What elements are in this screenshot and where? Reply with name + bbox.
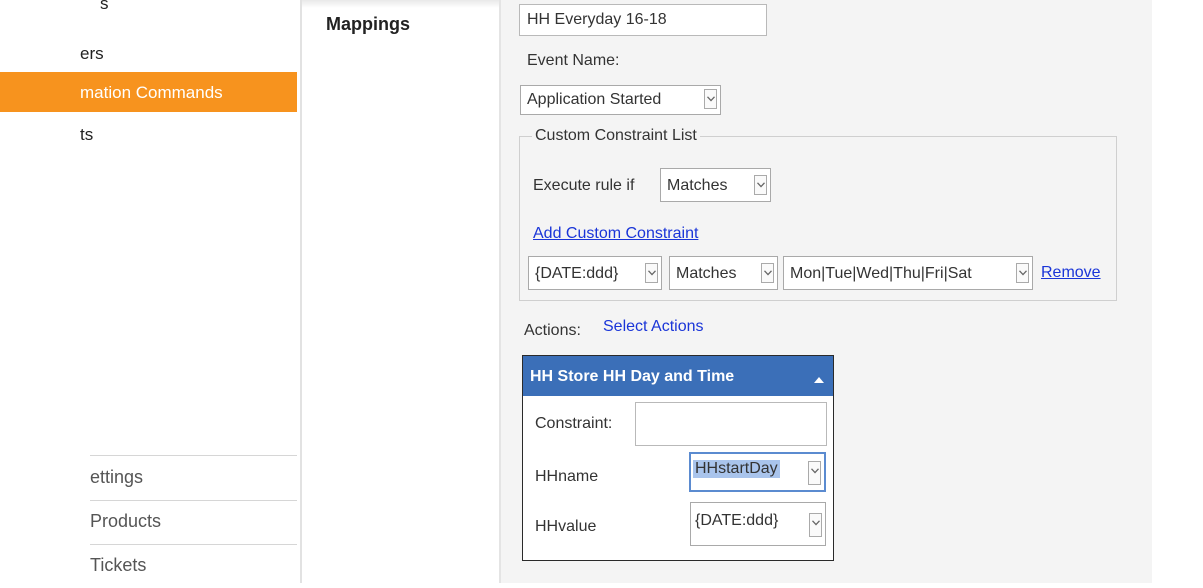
sidebar-item-label: ettings	[90, 467, 144, 487]
constraint-input[interactable]	[635, 402, 827, 446]
constraint-field-select[interactable]: {DATE:ddd}	[528, 256, 662, 290]
sidebar-item-label: s	[100, 0, 109, 13]
section-title: Mappings	[326, 14, 410, 34]
action-card-header[interactable]: HH Store HH Day and Time	[523, 356, 833, 396]
mapping-name-input[interactable]: HH Everyday 16-18	[519, 4, 767, 36]
hhvalue-value: {DATE:ddd}	[695, 512, 779, 529]
chevron-down-icon[interactable]	[808, 461, 821, 485]
constraint-label: Constraint:	[535, 415, 613, 432]
sidebar-item-tickets[interactable]: Tickets	[0, 544, 297, 588]
event-name-value: Application Started	[527, 91, 662, 108]
constraint-operator-select[interactable]: Matches	[669, 256, 778, 290]
action-card: HH Store HH Day and Time Constraint: HHn…	[522, 355, 834, 561]
chevron-down-icon[interactable]	[761, 263, 774, 283]
hhname-label: HHname	[535, 468, 599, 485]
constraint-field-value: {DATE:ddd}	[535, 265, 619, 282]
sidebar-item-label: Products	[90, 511, 162, 531]
sidebar-item-label: ts	[80, 125, 94, 144]
sidebar-item-automation-commands[interactable]: mation Commands	[0, 72, 297, 112]
hhname-select[interactable]: HHstartDay	[689, 452, 826, 492]
chevron-down-icon[interactable]	[704, 89, 717, 109]
execute-rule-value: Matches	[667, 177, 728, 194]
sidebar: s ers mation Commands ts ettings Product…	[0, 0, 300, 583]
remove-constraint-link[interactable]: Remove	[1041, 264, 1101, 282]
custom-constraint-legend: Custom Constraint List	[535, 127, 697, 144]
event-name-label: Event Name:	[527, 52, 620, 69]
sidebar-divider	[300, 0, 302, 583]
sidebar-item-label: mation Commands	[80, 83, 223, 102]
sidebar-item-label: ers	[80, 44, 104, 63]
constraint-value-select[interactable]: Mon|Tue|Wed|Thu|Fri|Sat	[783, 256, 1033, 290]
mapping-name-value: HH Everyday 16-18	[527, 11, 667, 28]
hhvalue-label: HHvalue	[535, 518, 597, 535]
select-actions-link[interactable]: Select Actions	[603, 318, 704, 336]
constraint-operator-value: Matches	[676, 265, 737, 282]
chevron-down-icon[interactable]	[809, 513, 822, 537]
chevron-down-icon[interactable]	[645, 263, 658, 283]
add-custom-constraint-link[interactable]: Add Custom Constraint	[533, 225, 698, 243]
action-card-title: HH Store HH Day and Time	[530, 368, 735, 385]
sidebar-item-partial-2[interactable]: ers	[0, 40, 300, 70]
sidebar-item-partial-4[interactable]: ts	[0, 120, 300, 150]
sidebar-item-partial-1[interactable]: s	[0, 0, 300, 24]
chevron-down-icon[interactable]	[754, 175, 767, 195]
sidebar-item-products[interactable]: Products	[0, 500, 297, 544]
sidebar-item-label: Tickets	[90, 555, 147, 575]
event-name-select[interactable]: Application Started	[520, 85, 721, 115]
actions-label: Actions:	[524, 322, 581, 339]
caret-up-icon[interactable]	[814, 370, 824, 388]
execute-rule-label: Execute rule if	[533, 177, 635, 194]
hhvalue-select[interactable]: {DATE:ddd}	[690, 502, 826, 546]
hhname-value: HHstartDay	[693, 460, 780, 478]
constraint-value-value: Mon|Tue|Wed|Thu|Fri|Sat	[790, 265, 972, 282]
chevron-down-icon[interactable]	[1016, 263, 1029, 283]
execute-rule-select[interactable]: Matches	[660, 168, 771, 202]
sidebar-item-settings[interactable]: ettings	[0, 456, 297, 500]
right-margin	[1152, 0, 1203, 583]
